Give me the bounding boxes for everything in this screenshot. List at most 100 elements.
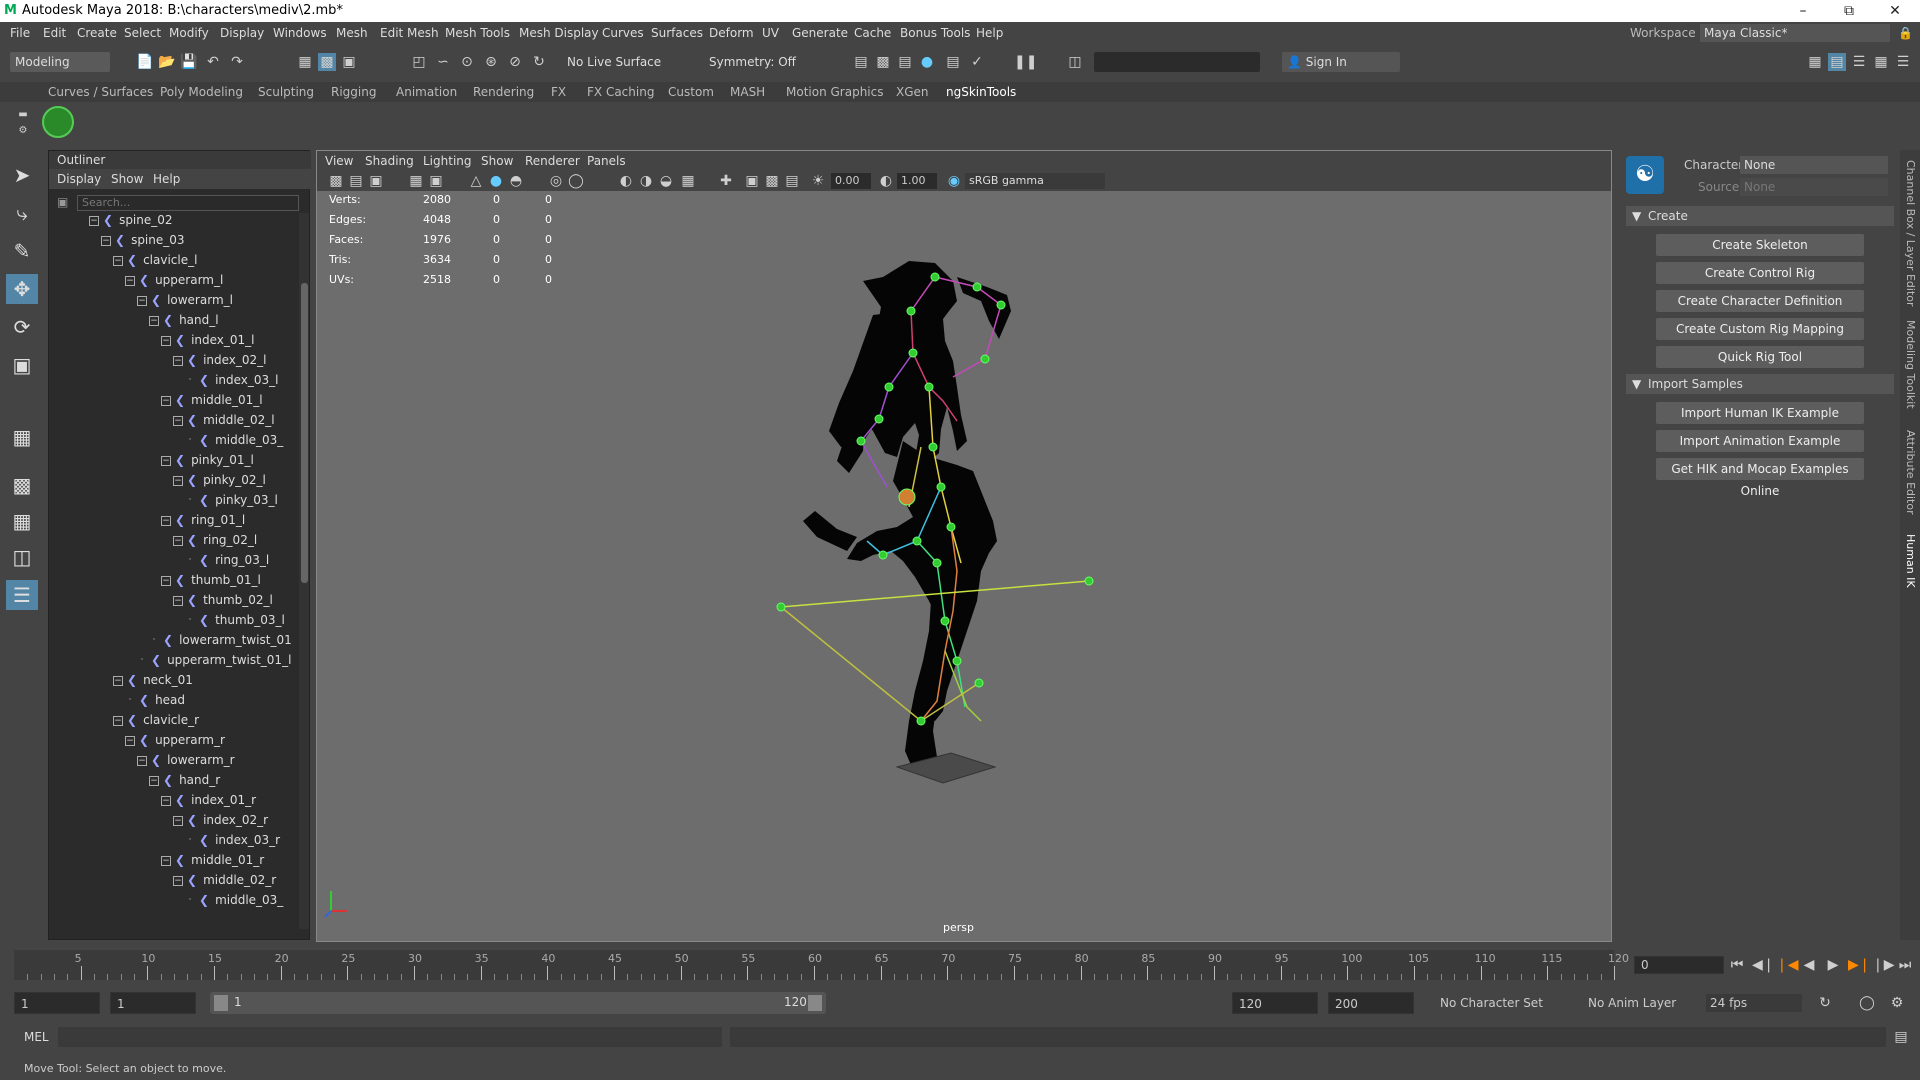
symmetry-dropdown[interactable]: Symmetry: Off	[704, 52, 804, 72]
render-settings-icon[interactable]: ▤	[896, 53, 914, 71]
rotate-tool-icon[interactable]: ⟳	[6, 312, 38, 342]
hypershade-icon[interactable]: ●	[918, 53, 936, 71]
ambient-occlusion-icon[interactable]: ◑	[637, 172, 655, 190]
import-human-ik-example-button[interactable]: Import Human IK Example	[1656, 402, 1864, 424]
menu-edit-mesh[interactable]: Edit Mesh	[380, 26, 439, 40]
current-frame-field[interactable]: 0	[1634, 956, 1724, 974]
live-surface-button[interactable]: No Live Surface	[562, 52, 662, 72]
shelf-tab-xgen[interactable]: XGen	[896, 85, 929, 99]
snap-vertex-icon[interactable]: ↻	[530, 53, 548, 71]
loop-icon[interactable]: ↻	[1816, 994, 1834, 1012]
outliner-row[interactable]: − ❮ upperarm_l	[125, 273, 223, 293]
menu-mesh-display[interactable]: Mesh Display	[519, 26, 599, 40]
last-tool-icon[interactable]: ▦	[6, 422, 38, 452]
character-dropdown[interactable]: None	[1740, 156, 1888, 174]
step-back-frame-icon[interactable]: ◀❘	[1752, 956, 1775, 974]
outliner-row[interactable]: · ❮ middle_03_	[185, 893, 284, 913]
viewport-menu-view[interactable]: View	[325, 154, 353, 168]
collapse-toggle-icon[interactable]: −	[161, 335, 171, 346]
viewport-menu-renderer[interactable]: Renderer	[525, 154, 580, 168]
outliner-row[interactable]: − ❮ spine_03	[101, 233, 185, 253]
outliner-row[interactable]: · ❮ lowerarm_twist_01	[149, 633, 292, 653]
viewport-menu-show[interactable]: Show	[481, 154, 513, 168]
collapse-toggle-icon[interactable]: −	[173, 875, 183, 886]
menu-mesh-tools[interactable]: Mesh Tools	[445, 26, 510, 40]
gamma-icon[interactable]: ◐	[877, 172, 895, 190]
maximize-button[interactable]: ⧉	[1826, 0, 1872, 22]
anti-aliasing-icon[interactable]: ▦	[679, 172, 697, 190]
outliner-row[interactable]: − ❮ middle_01_l	[161, 393, 263, 413]
viewport-menu-lighting[interactable]: Lighting	[423, 154, 472, 168]
redo-icon[interactable]: ↷	[228, 53, 246, 71]
collapse-toggle-icon[interactable]: −	[173, 535, 183, 546]
outliner-row[interactable]: − ❮ index_02_r	[173, 813, 268, 833]
hik-source-icon[interactable]: ☯	[1626, 156, 1664, 194]
animation-start-field[interactable]: 1	[14, 992, 100, 1014]
collapse-toggle-icon[interactable]: −	[161, 515, 171, 526]
menu-windows[interactable]: Windows	[273, 26, 327, 40]
outliner-row[interactable]: − ❮ middle_01_r	[161, 853, 264, 873]
wireframe-icon[interactable]: △	[467, 172, 485, 190]
render-view-icon[interactable]: ▤	[944, 53, 962, 71]
modeling-toolkit-icon[interactable]: ▦	[1806, 53, 1824, 71]
paint-select-tool-icon[interactable]: ✎	[6, 236, 38, 266]
lock-icon[interactable]: 🔒	[1898, 26, 1913, 40]
menu-modify[interactable]: Modify	[169, 26, 209, 40]
import-samples-section-header[interactable]: ▼ Import Samples	[1626, 374, 1894, 394]
menu-bonus-tools[interactable]: Bonus Tools	[900, 26, 970, 40]
outliner-row[interactable]: · ❮ index_03_l	[185, 373, 279, 393]
film-gate-icon[interactable]: ▣	[427, 172, 445, 190]
collapse-toggle-icon[interactable]: −	[113, 715, 123, 726]
collapse-toggle-icon[interactable]: −	[149, 775, 159, 786]
single-perspective-layout-icon[interactable]: ▩	[6, 470, 38, 500]
pause-icon[interactable]: ❚❚	[1014, 53, 1037, 71]
shelf-settings-icon[interactable]: ⚙	[14, 122, 32, 140]
side-tab-modeling-toolkit[interactable]: Modeling Toolkit	[1904, 320, 1917, 409]
collapse-toggle-icon[interactable]: −	[161, 395, 171, 406]
range-start-handle[interactable]	[214, 995, 228, 1011]
menu-edit[interactable]: Edit	[43, 26, 66, 40]
viewport-scene[interactable]	[317, 191, 1611, 941]
menu-create[interactable]: Create	[77, 26, 117, 40]
lasso-tool-icon[interactable]: ⤷	[6, 198, 38, 228]
bookmark-icon[interactable]: ▣	[367, 172, 385, 190]
play-forwards-icon[interactable]: ▶	[1824, 956, 1842, 974]
layer-editor-icon[interactable]: ☰	[1894, 53, 1912, 71]
menu-mesh[interactable]: Mesh	[336, 26, 368, 40]
shelf-tab-curves-surfaces[interactable]: Curves / Surfaces	[48, 85, 153, 99]
collapse-toggle-icon[interactable]: −	[173, 475, 183, 486]
collapse-toggle-icon[interactable]: −	[113, 675, 123, 686]
create-custom-rig-mapping-button[interactable]: Create Custom Rig Mapping	[1656, 318, 1864, 340]
move-tool-icon[interactable]: ✥	[6, 274, 38, 304]
create-control-rig-button[interactable]: Create Control Rig	[1656, 262, 1864, 284]
outliner-row[interactable]: − ❮ hand_l	[149, 313, 219, 333]
shelf-tab-custom[interactable]: Custom	[668, 85, 714, 99]
go-to-start-icon[interactable]: ⏮	[1728, 956, 1746, 974]
snap-curve-icon[interactable]: ∽	[434, 53, 452, 71]
color-management-icon[interactable]: ◉	[945, 172, 963, 190]
gamma-field[interactable]: 1.00	[897, 173, 937, 189]
outliner-menu-help[interactable]: Help	[153, 172, 180, 186]
source-dropdown[interactable]: None	[1740, 178, 1888, 196]
menu-display[interactable]: Display	[220, 26, 264, 40]
outliner-row[interactable]: − ❮ index_02_l	[173, 353, 267, 373]
collapse-toggle-icon[interactable]: −	[137, 295, 147, 306]
shelf-tab-rendering[interactable]: Rendering	[473, 85, 534, 99]
collapse-toggle-icon[interactable]: −	[173, 595, 183, 606]
range-slider[interactable]: 1 120	[210, 992, 826, 1014]
motion-blur-icon[interactable]: ◒	[657, 172, 675, 190]
collapse-toggle-icon[interactable]: −	[173, 355, 183, 366]
snap-view-icon[interactable]: ⊛	[482, 53, 500, 71]
create-character-definition-button[interactable]: Create Character Definition	[1656, 290, 1864, 312]
minimize-button[interactable]: –	[1780, 0, 1826, 22]
menu-help[interactable]: Help	[976, 26, 1003, 40]
character-set-dropdown[interactable]: No Character Set	[1440, 996, 1543, 1010]
animation-end-field[interactable]: 200	[1328, 992, 1414, 1014]
select-camera-icon[interactable]: ▩	[327, 172, 345, 190]
playback-start-field[interactable]: 1	[110, 992, 196, 1014]
ngskintools-icon[interactable]	[42, 106, 74, 138]
collapse-toggle-icon[interactable]: −	[89, 215, 99, 226]
command-language-label[interactable]: MEL	[24, 1030, 49, 1044]
resolution-gate-icon[interactable]: ▣	[743, 172, 761, 190]
side-tab-human-ik[interactable]: Human IK	[1904, 534, 1917, 588]
